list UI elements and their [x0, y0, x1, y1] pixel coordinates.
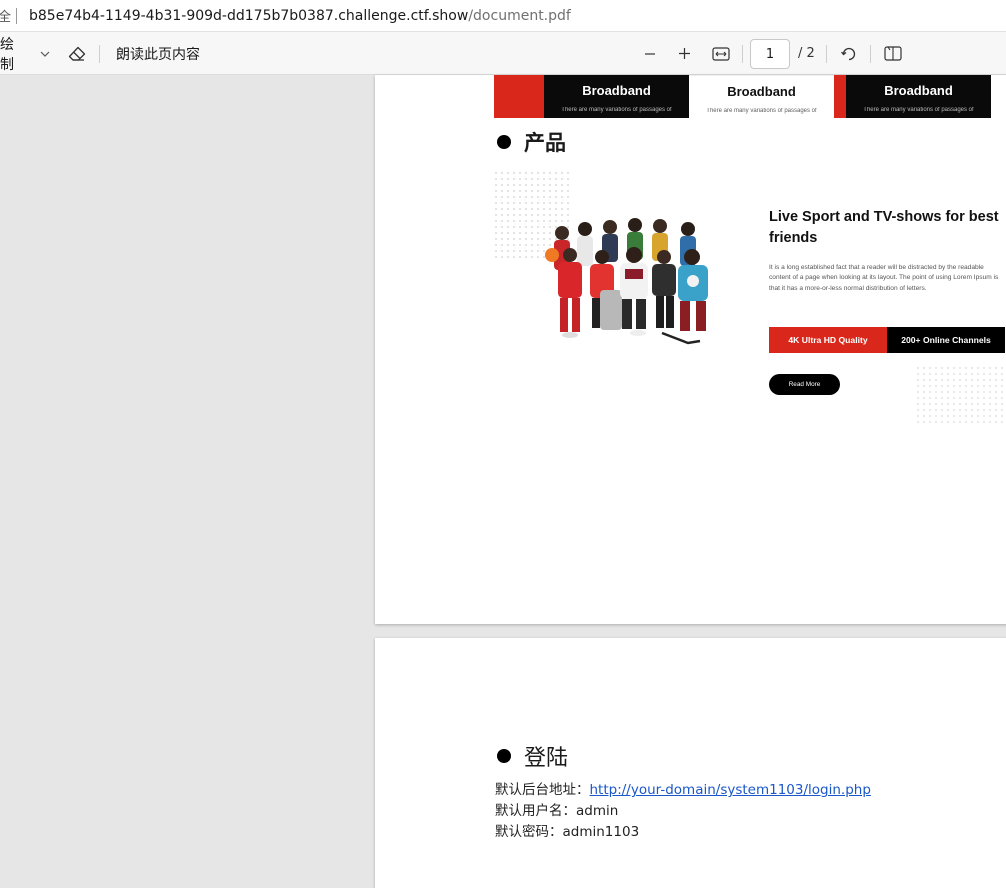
read-more-button[interactable]: Read More [769, 374, 840, 395]
address-bar[interactable]: 全 b85e74b4-1149-4b31-909d-dd175b7b0387.c… [0, 0, 1006, 32]
products-heading-text: 产品 [524, 131, 566, 155]
zoom-out-icon[interactable] [640, 32, 660, 75]
url-host[interactable]: b85e74b4-1149-4b31-909d-dd175b7b0387.cha… [29, 8, 468, 24]
toolbar-divider [99, 45, 100, 63]
pdf-page-2: 登陆 默认后台地址：http://your-domain/system1103/… [375, 638, 1006, 888]
toolbar-divider [742, 45, 743, 63]
password-value: admin1103 [562, 824, 640, 840]
admin-url-line: 默认后台地址：http://your-domain/system1103/log… [495, 778, 871, 798]
default-password-line: 默认密码：admin1103 [495, 820, 639, 840]
page-total: / 2 [798, 46, 815, 61]
sports-team-photo [545, 218, 708, 345]
default-username-line: 默认用户名：admin [495, 799, 618, 819]
url-path[interactable]: /document.pdf [468, 8, 571, 24]
toolbar-divider [826, 45, 827, 63]
address-separator [16, 7, 17, 24]
products-heading: 产品 [497, 127, 566, 157]
admin-url-link[interactable]: http://your-domain/system1103/login.php [590, 782, 871, 798]
broadband-banner: Broadband There are many variations of p… [494, 75, 1006, 118]
rotate-icon[interactable] [838, 32, 860, 75]
feature-badge-channels: 200+ Online Channels [887, 327, 1005, 353]
banner-card: Broadband There are many variations of p… [846, 75, 991, 118]
banner-accent [834, 75, 846, 118]
read-aloud-button[interactable]: 朗读此页内容 [116, 32, 200, 75]
product-description: It is a long established fact that a rea… [769, 264, 999, 292]
page-number-input[interactable] [750, 39, 790, 69]
pdf-toolbar: 绘制 朗读此页内容 / 2 [0, 32, 1006, 75]
username-label: 默认用户名： [495, 803, 576, 819]
secure-indicator[interactable]: 全 [0, 6, 14, 25]
dot-pattern [915, 365, 1006, 425]
password-label: 默认密码： [495, 824, 563, 840]
login-heading-text: 登陆 [524, 746, 569, 771]
banner-card: Broadband There are many variations of p… [689, 75, 834, 118]
fit-page-icon[interactable] [710, 32, 732, 75]
pdf-page-1: Broadband There are many variations of p… [375, 75, 1006, 624]
eraser-icon[interactable] [66, 32, 88, 75]
banner-card: Broadband There are many variations of p… [544, 75, 689, 118]
username-value: admin [576, 803, 619, 819]
banner-card-title: Broadband [582, 83, 651, 98]
banner-card-title: Broadband [884, 83, 953, 98]
draw-button[interactable]: 绘制 [0, 32, 22, 75]
banner-card-sub: There are many variations of passages of [706, 108, 817, 114]
chevron-down-icon[interactable] [36, 32, 54, 75]
banner-accent [494, 75, 544, 118]
admin-url-label: 默认后台地址： [495, 782, 590, 798]
banner-card-title: Broadband [727, 84, 796, 99]
zoom-in-icon[interactable] [674, 32, 694, 75]
login-heading: 登陆 [497, 740, 568, 772]
bullet-icon [497, 749, 511, 763]
feature-badge-quality: 4K Ultra HD Quality [769, 327, 887, 353]
product-title: Live Sport and TV-shows for best friends [769, 209, 999, 246]
banner-card-sub: There are many variations of passages of [863, 107, 974, 113]
bullet-icon [497, 135, 511, 149]
banner-card-sub: There are many variations of passages of [561, 107, 672, 113]
two-page-icon[interactable] [882, 32, 904, 75]
toolbar-divider [870, 45, 871, 63]
